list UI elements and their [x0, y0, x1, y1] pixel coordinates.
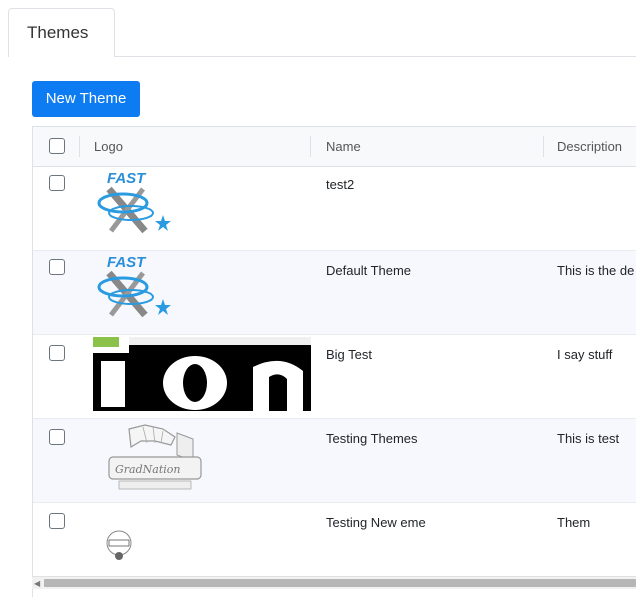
theme-name: Testing Themes [326, 431, 418, 446]
row-checkbox[interactable] [49, 429, 65, 445]
column-header-description[interactable]: Description [557, 127, 622, 166]
camino-logo [106, 530, 132, 560]
row-checkbox[interactable] [49, 259, 65, 275]
table-header: Logo Name Description [33, 127, 636, 167]
theme-description: Them [557, 515, 591, 530]
row-checkbox[interactable] [49, 345, 65, 361]
column-separator[interactable] [79, 136, 80, 157]
scroll-left-icon[interactable]: ◀ [34, 578, 40, 589]
column-header-logo[interactable]: Logo [94, 127, 123, 166]
tab-themes[interactable]: Themes [8, 8, 115, 57]
new-theme-button[interactable]: New Theme [32, 81, 140, 117]
row-checkbox[interactable] [49, 513, 65, 529]
table-row[interactable]: GradNation Testing Themes This is test [33, 419, 636, 503]
theme-description: This is test [557, 431, 620, 446]
scrollbar-thumb[interactable] [44, 579, 636, 587]
select-all-checkbox[interactable] [49, 138, 65, 154]
svg-text:FAST: FAST [107, 254, 147, 271]
column-separator[interactable] [310, 136, 311, 157]
column-separator[interactable] [543, 136, 544, 157]
theme-name: Big Test [326, 347, 373, 362]
tab-bar: Themes [0, 0, 636, 57]
horizontal-scrollbar[interactable]: ◀ [32, 576, 636, 589]
table-row[interactable]: FAST Default Theme This is the de [33, 251, 636, 335]
table-row[interactable]: FAST test2 [33, 167, 636, 251]
theme-name: Default Theme [326, 263, 412, 278]
theme-name: test2 [326, 177, 355, 192]
gradnation-logo: GradNation [108, 424, 202, 490]
table-row[interactable]: Big Test I say stuff [33, 335, 636, 419]
table-row[interactable]: Testing New eme Them [33, 503, 636, 587]
theme-description: I say stuff [557, 347, 613, 362]
fast-logo: FAST [97, 254, 171, 318]
theme-description: This is the de [557, 263, 635, 278]
svg-text:FAST: FAST [107, 170, 147, 187]
ion-logo [93, 337, 311, 411]
row-checkbox[interactable] [49, 175, 65, 191]
column-header-name[interactable]: Name [326, 127, 361, 166]
tab-divider [115, 56, 636, 57]
theme-name: Testing New eme [326, 515, 426, 530]
svg-text:GradNation: GradNation [115, 463, 180, 476]
themes-table: Logo Name Description FAST test2 FAST De… [32, 126, 636, 597]
fast-logo: FAST [97, 170, 171, 234]
